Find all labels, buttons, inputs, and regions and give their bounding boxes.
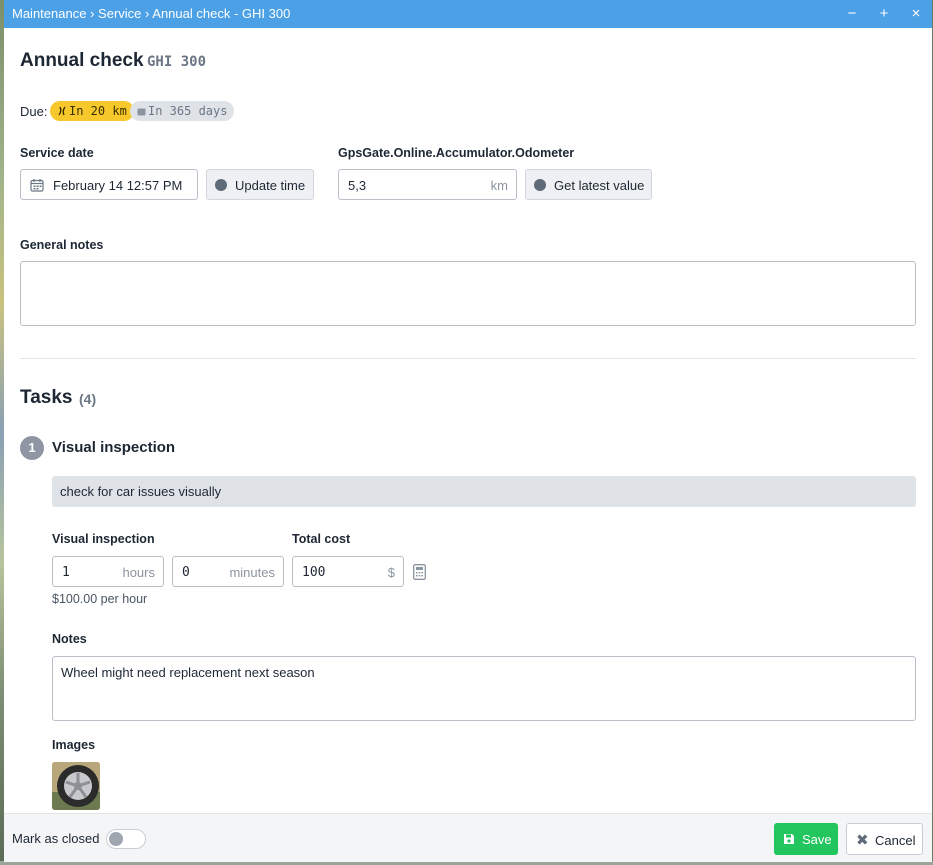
tasks-count: (4) — [79, 391, 97, 407]
service-dialog: Maintenance › Service › Annual check - G… — [4, 0, 932, 862]
calendar-icon — [30, 179, 44, 192]
task-number-badge: 1 — [20, 436, 44, 460]
breadcrumb-item-service[interactable]: Service — [98, 6, 141, 21]
general-notes-input[interactable] — [20, 261, 916, 326]
gauge-icon — [534, 179, 546, 191]
service-date-field[interactable]: February 14 12:57 PM — [20, 169, 198, 200]
get-latest-value-label: Get latest value — [554, 178, 645, 193]
x-icon: ✖ — [856, 832, 869, 849]
page-title: Annual check — [20, 50, 144, 71]
save-button[interactable]: Save — [774, 823, 838, 855]
task-description: check for car issues visually — [52, 476, 916, 507]
vehicle-name: GHI 300 — [147, 54, 207, 70]
calculator-icon[interactable] — [413, 564, 426, 580]
breadcrumb-separator: › — [90, 6, 95, 21]
divider — [20, 358, 916, 359]
dialog-footer: Mark as closed Save ✖ Cancel — [4, 813, 932, 862]
odometer-unit: km — [490, 178, 508, 193]
due-days-text: In 365 days — [148, 104, 228, 118]
update-time-label: Update time — [235, 178, 306, 193]
task-notes-label: Notes — [52, 632, 87, 646]
task-cost-unit: $ — [387, 565, 395, 580]
due-distance-text: In 20 km — [69, 104, 127, 118]
task-minutes-value: 0 — [182, 565, 190, 580]
dialog-titlebar: Maintenance › Service › Annual check - G… — [4, 0, 932, 28]
dialog-content: Annual check GHI 300 Due: In 20 km In 36… — [4, 28, 932, 813]
task-time-label: Visual inspection — [52, 532, 155, 546]
mark-closed-toggle[interactable] — [106, 829, 146, 849]
road-icon — [58, 106, 66, 116]
wheel-image — [52, 762, 100, 810]
odometer-label: GpsGate.Online.Accumulator.Odometer — [338, 146, 575, 160]
cancel-button[interactable]: ✖ Cancel — [846, 823, 923, 855]
breadcrumb-item-current: Annual check - GHI 300 — [152, 6, 291, 21]
get-latest-value-button[interactable]: Get latest value — [525, 169, 652, 200]
save-label: Save — [802, 832, 832, 847]
task-hours-input[interactable]: 1 hours — [52, 556, 164, 587]
breadcrumb: Maintenance › Service › Annual check - G… — [12, 6, 290, 21]
task-cost-value: 100 — [302, 565, 326, 580]
task-image-thumbnail[interactable] — [52, 762, 100, 810]
cancel-label: Cancel — [875, 833, 916, 848]
clock-icon — [215, 179, 227, 191]
due-days-badge: In 365 days — [130, 101, 235, 121]
service-date-value: February 14 12:57 PM — [53, 178, 183, 193]
task-hours-unit: hours — [122, 565, 155, 580]
mark-closed-label: Mark as closed — [12, 831, 100, 846]
task-rate-text: $100.00 per hour — [52, 592, 148, 606]
maximize-icon[interactable]: + — [874, 4, 894, 24]
service-date-label: Service date — [20, 146, 94, 160]
due-label: Due: — [20, 104, 48, 119]
update-time-button[interactable]: Update time — [206, 169, 314, 200]
tasks-heading: Tasks — [20, 387, 73, 408]
odometer-field[interactable]: 5,3 km — [338, 169, 517, 200]
calendar-icon — [137, 108, 146, 116]
task-images-label: Images — [52, 738, 96, 752]
general-notes-label: General notes — [20, 238, 104, 252]
floppy-disk-icon — [784, 834, 794, 844]
due-distance-badge: In 20 km — [50, 101, 134, 121]
odometer-value: 5,3 — [348, 178, 367, 193]
task-cost-input[interactable]: 100 $ — [292, 556, 404, 587]
task-cost-label: Total cost — [292, 532, 351, 546]
task-name: Visual inspection — [52, 439, 176, 456]
toggle-knob — [109, 832, 123, 846]
task-minutes-input[interactable]: 0 minutes — [172, 556, 284, 587]
minimize-icon[interactable]: − — [842, 4, 862, 24]
task-notes-input[interactable]: Wheel might need replacement next season — [52, 656, 916, 721]
breadcrumb-item-maintenance[interactable]: Maintenance — [12, 6, 86, 21]
breadcrumb-separator: › — [145, 6, 150, 21]
close-icon[interactable]: × — [906, 4, 926, 24]
task-hours-value: 1 — [62, 565, 70, 580]
task-minutes-unit: minutes — [229, 565, 275, 580]
